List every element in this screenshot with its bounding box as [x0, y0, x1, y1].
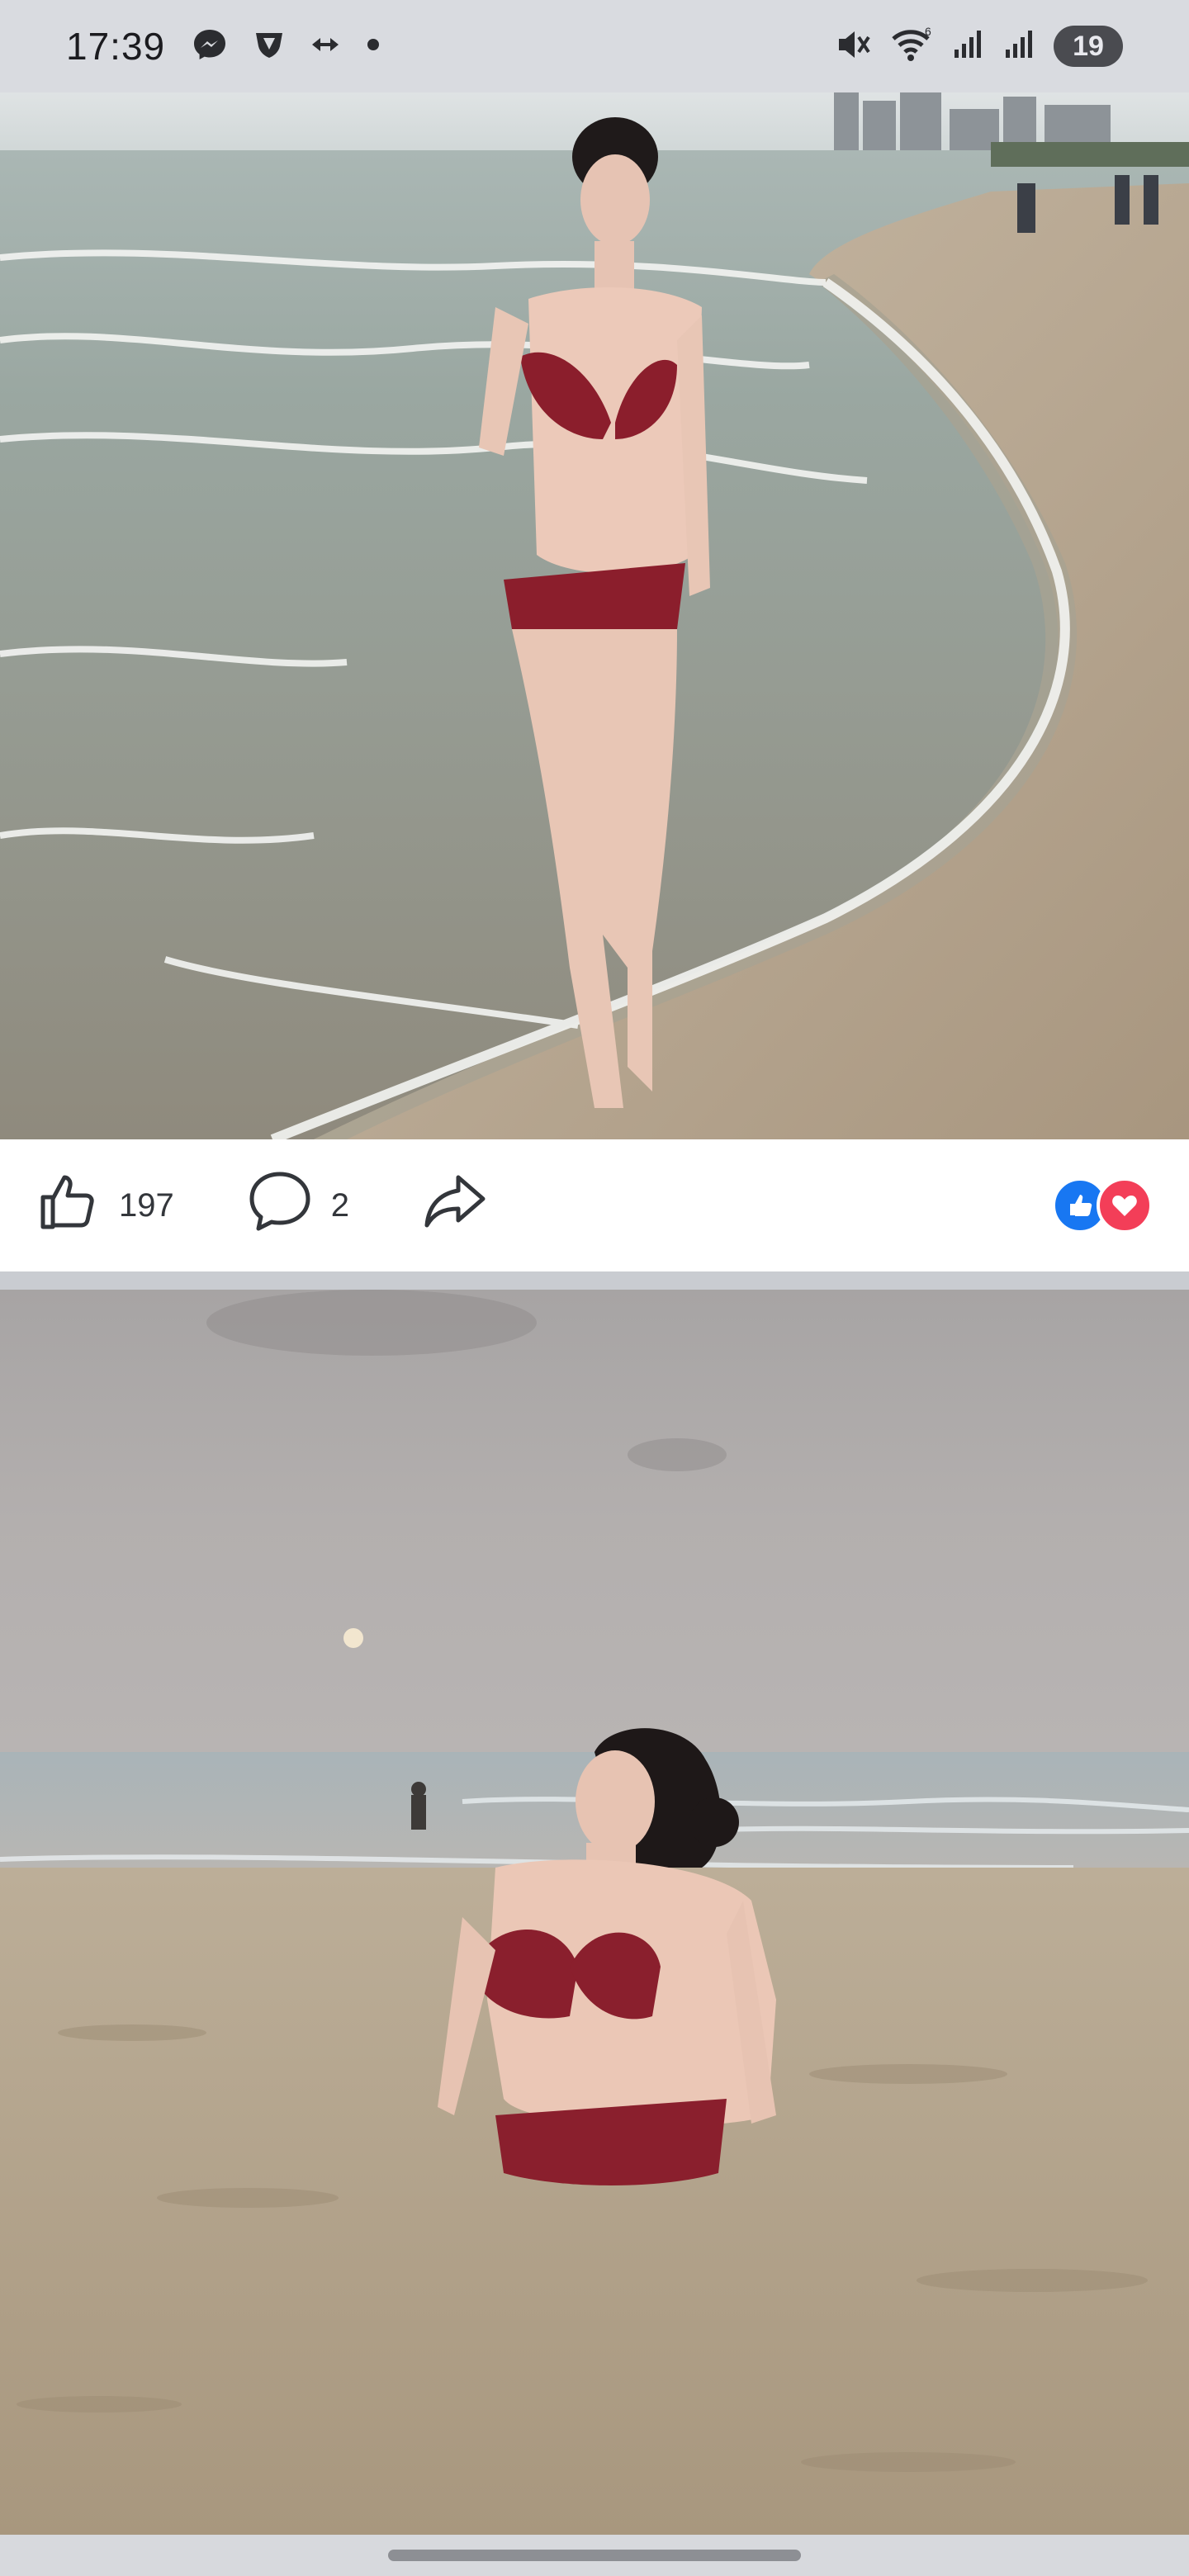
signal-icon — [951, 28, 984, 65]
share-icon — [422, 1169, 488, 1242]
post-photo-2[interactable] — [0, 1290, 1189, 2535]
dot-icon — [365, 36, 381, 57]
vpn-shield-icon — [253, 28, 286, 65]
messenger-icon — [192, 26, 228, 67]
gesture-nav-bar — [0, 2535, 1189, 2576]
reaction-summary[interactable] — [1052, 1177, 1153, 1234]
signal-icon — [1002, 28, 1035, 65]
mute-icon — [834, 26, 872, 68]
post-photo-1[interactable] — [0, 92, 1189, 1139]
like-icon — [36, 1169, 101, 1242]
system-status-icons: 6 19 — [834, 25, 1123, 68]
post-divider — [0, 1271, 1189, 1290]
comment-icon — [247, 1169, 313, 1242]
love-reaction-icon — [1097, 1177, 1153, 1234]
status-bar: 17:39 6 19 — [0, 0, 1189, 92]
status-time: 17:39 — [66, 25, 166, 68]
like-button[interactable]: 197 — [36, 1169, 174, 1242]
notification-icons — [192, 26, 381, 67]
share-button[interactable] — [422, 1169, 488, 1242]
post-action-bar: 197 2 — [0, 1139, 1189, 1271]
battery-icon: 19 — [1054, 26, 1123, 67]
likes-count: 197 — [119, 1186, 174, 1224]
data-transfer-icon — [310, 32, 340, 61]
wifi-icon: 6 — [890, 25, 933, 68]
wifi-badge: 6 — [925, 26, 931, 38]
beach-photo-1 — [0, 92, 1189, 1139]
comment-button[interactable]: 2 — [247, 1169, 349, 1242]
battery-level: 19 — [1073, 30, 1104, 62]
comments-count: 2 — [330, 1186, 349, 1224]
home-indicator[interactable] — [388, 2550, 801, 2561]
beach-photo-2 — [0, 1290, 1189, 2535]
